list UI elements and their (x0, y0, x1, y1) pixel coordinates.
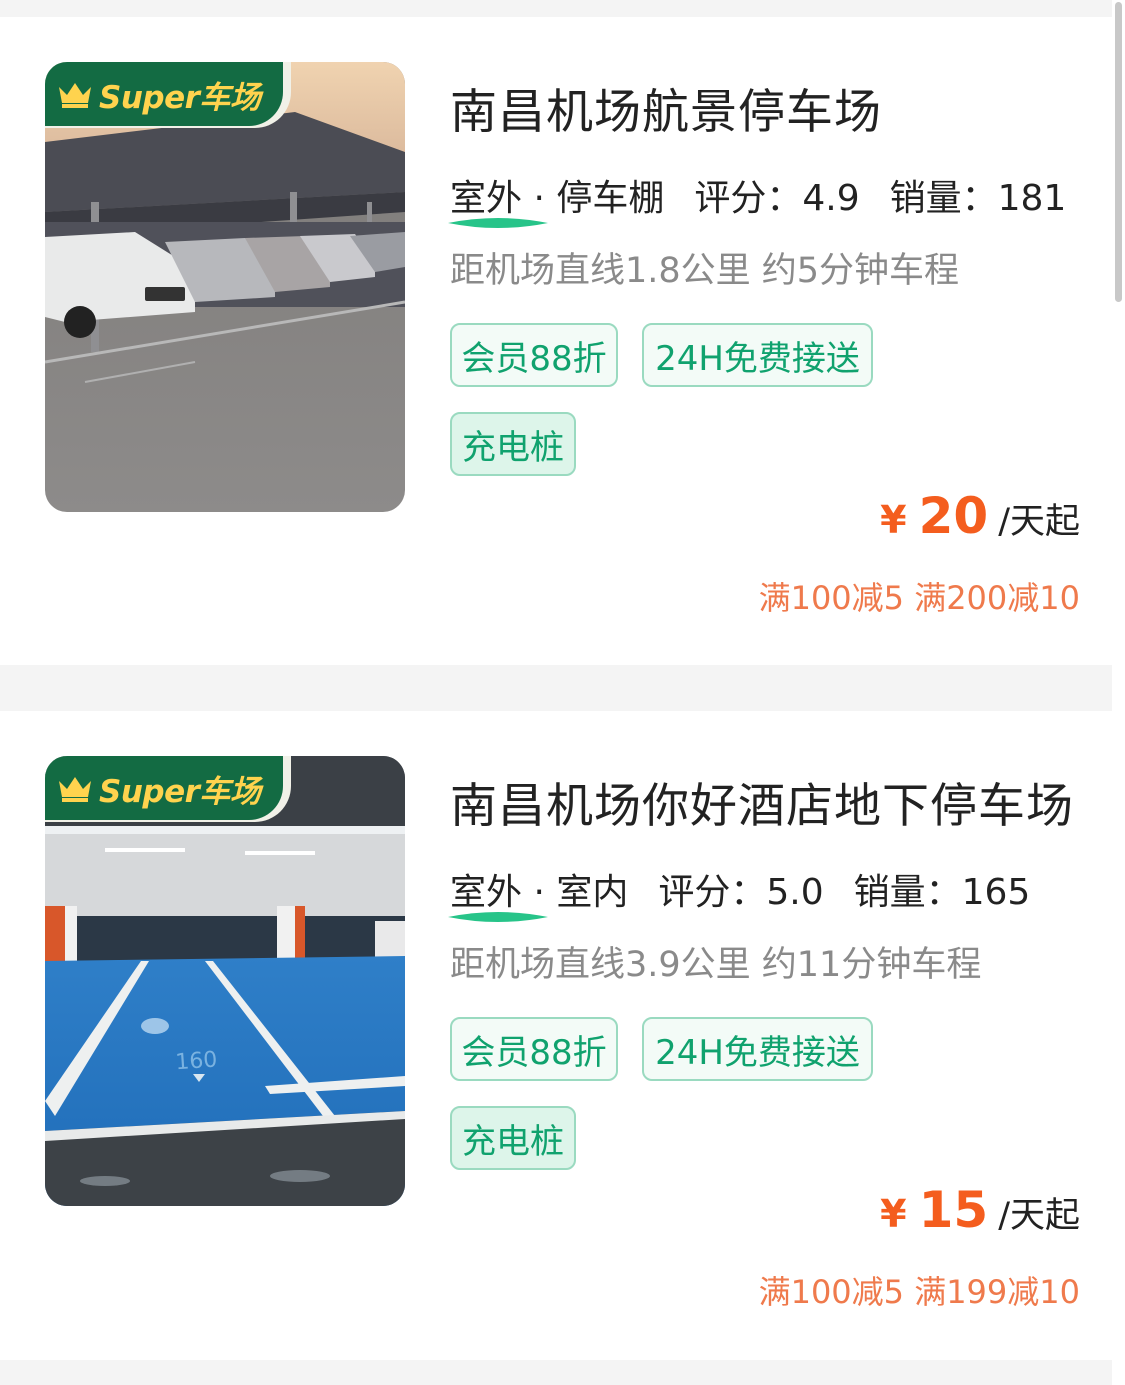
crown-icon (59, 83, 91, 108)
listing-title[interactable]: 南昌机场你好酒店地下停车场 (450, 767, 1074, 836)
badge-text: Super车场 (99, 773, 261, 810)
currency-symbol: ¥ (880, 1192, 907, 1236)
sales-text: 销量：165 (853, 872, 1031, 913)
listing-page: Super车场 南昌机场航景停车场 室外 · 停车棚 评分：4.9 销量：181… (0, 0, 1125, 1385)
scrollbar-thumb[interactable] (1115, 2, 1122, 302)
tag-charging-pile: 充电桩 (450, 412, 576, 476)
crown-icon (59, 777, 91, 802)
listing-meta: 室外 · 停车棚 评分：4.9 销量：181 (448, 169, 1067, 228)
scrollbar[interactable] (1112, 0, 1125, 1385)
promo-text: 满100减5 满199减10 (758, 1273, 1080, 1311)
lot-type: 室外 · 停车棚 (448, 169, 664, 228)
currency-symbol: ¥ (880, 498, 907, 542)
tag-charging-pile: 充电桩 (450, 1106, 576, 1170)
price-value: 15 (918, 1181, 989, 1239)
tag-free-shuttle: 24H免费接送 (642, 1017, 873, 1081)
parking-listing-card[interactable]: 160 Super车场 南昌机场你好酒店地下停车场 室外 · 室内 评分：5.0… (0, 711, 1112, 1360)
price: ¥ 20 /天起 (880, 487, 1080, 545)
price-value: 20 (918, 487, 989, 545)
lot-type: 室外 · 室内 (448, 863, 628, 922)
sales-text: 销量：181 (889, 178, 1067, 219)
price-unit: /天起 (998, 502, 1080, 542)
super-lot-badge: Super车场 (45, 756, 283, 820)
tag-member-discount: 会员88折 (450, 323, 618, 387)
listing-photo[interactable]: 160 Super车场 (45, 756, 405, 1206)
distance-text: 距机场直线3.9公里 约11分钟车程 (450, 945, 982, 985)
tag-member-discount: 会员88折 (450, 1017, 618, 1081)
badge-text: Super车场 (99, 79, 261, 116)
listing-photo[interactable]: Super车场 (45, 62, 405, 512)
rating-text: 评分：4.9 (694, 178, 860, 219)
tag-free-shuttle: 24H免费接送 (642, 323, 873, 387)
underground-garage-photo: 160 (45, 756, 405, 1206)
promo-text: 满100减5 满200减10 (758, 579, 1080, 617)
listing-title[interactable]: 南昌机场航景停车场 (450, 73, 882, 142)
distance-text: 距机场直线1.8公里 约5分钟车程 (450, 251, 960, 291)
listing-meta: 室外 · 室内 评分：5.0 销量：165 (448, 863, 1031, 922)
svg-text:160: 160 (175, 1047, 219, 1075)
parking-listing-card[interactable]: Super车场 南昌机场航景停车场 室外 · 停车棚 评分：4.9 销量：181… (0, 17, 1112, 665)
parking-shed-photo (45, 62, 405, 512)
super-lot-badge: Super车场 (45, 62, 283, 126)
price: ¥ 15 /天起 (880, 1181, 1080, 1239)
price-unit: /天起 (998, 1196, 1080, 1236)
rating-text: 评分：5.0 (658, 872, 824, 913)
